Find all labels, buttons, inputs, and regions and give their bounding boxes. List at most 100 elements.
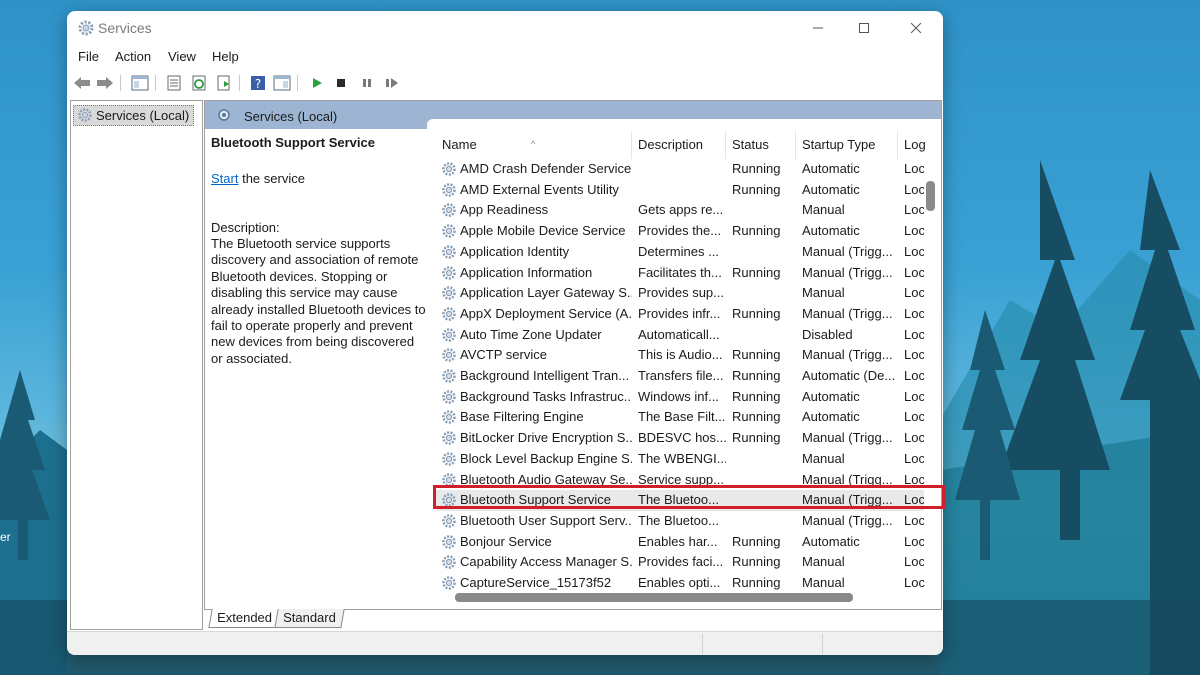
table-row[interactable]: App Readiness Gets apps re... Manual Loc [436,200,925,221]
back-button[interactable] [72,73,92,93]
table-row[interactable]: AppX Deployment Service (A... Provides in… [436,304,925,325]
service-name: AMD Crash Defender Service [460,161,632,176]
tab-label: Standard [283,610,336,625]
service-description: Gets apps re... [638,202,724,218]
start-service-button[interactable] [307,73,327,93]
service-name: AVCTP service [460,347,547,363]
table-row[interactable]: Background Tasks Infrastruc... Windows in… [436,387,925,408]
service-status: Running [732,181,781,197]
table-row[interactable]: Application Layer Gateway S... Provides s… [436,283,925,304]
service-name: App Readiness [460,202,549,218]
column-header-name[interactable]: Name ^ [436,131,632,159]
service-name: Block Level Backup Engine S... [460,450,632,466]
service-log-on-as: Loc [904,285,925,301]
selected-service-title: Bluetooth Support Service [211,135,375,150]
desktop-icon-label[interactable]: er [0,530,11,544]
service-gear-icon [441,244,457,260]
close-button[interactable] [893,11,939,45]
column-header-startup-type[interactable]: Startup Type [796,131,898,159]
tab-standard[interactable]: Standard [274,609,345,628]
service-status [732,325,798,346]
forward-button[interactable] [95,73,115,93]
start-service-link[interactable]: Start [211,171,238,186]
table-row[interactable]: Capability Access Manager S... Provides f… [436,552,925,573]
table-row[interactable]: Bluetooth User Support Serv... The Blueto… [436,511,925,532]
service-log-on-as: Loc [904,430,925,446]
services-gear-icon [78,108,92,122]
service-gear-icon [441,451,457,467]
table-row[interactable]: Bonjour Service Enables har... Running Auto… [436,532,925,553]
vertical-scrollbar-thumb[interactable] [926,181,935,211]
refresh-icon [192,75,206,91]
menu-view[interactable]: View [168,49,196,64]
toolbar: ? [67,71,943,97]
service-action-suffix: the service [238,171,305,186]
toolbar-separator [297,75,298,91]
description-text: The Bluetooth service supports discovery… [211,236,426,366]
tab-label: Extended [217,610,273,625]
status-bar-divider [822,634,823,654]
service-name: Auto Time Zone Updater [460,326,602,342]
column-header-status[interactable]: Status [726,131,796,159]
menu-file[interactable]: File [78,49,99,64]
help-icon: ? [251,76,265,91]
table-row[interactable]: AVCTP service This is Audio... Running Manu… [436,345,925,366]
service-startup-type: Manual (Trigg... [802,264,893,280]
table-row[interactable]: Application Information Facilitates th...… [436,263,925,284]
service-log-on-as: Loc [904,388,925,404]
menu-action[interactable]: Action [115,49,151,64]
maximize-icon [859,23,869,33]
column-header-log-on-as[interactable]: Log [898,131,941,159]
minimize-button[interactable] [795,11,841,45]
tree-item-services-local[interactable]: Services (Local) [73,105,195,126]
menu-help[interactable]: Help [212,49,239,64]
export-list-button[interactable] [214,73,234,93]
close-icon [910,22,922,34]
service-startup-type: Manual [802,554,845,570]
service-status [732,511,798,532]
restart-service-button[interactable] [382,73,402,93]
tab-extended[interactable]: Extended [208,609,281,628]
header-tab-shape [427,119,941,131]
show-hide-console-tree-button[interactable] [130,73,150,93]
action-pane-icon [273,75,291,91]
service-description: Facilitates th... [638,264,722,280]
pause-icon [363,79,371,87]
service-name: Application Layer Gateway S... [460,285,632,301]
horizontal-scrollbar-thumb[interactable] [455,593,853,602]
table-row[interactable]: Apple Mobile Device Service Provides the.… [436,221,925,242]
table-row[interactable]: Auto Time Zone Updater Automaticall... Dis… [436,325,925,346]
column-header-description[interactable]: Description [632,131,726,159]
stop-service-button[interactable] [331,73,351,93]
toolbar-separator [120,75,121,91]
table-row[interactable]: AMD Crash Defender Service Running Automat… [436,159,925,180]
service-description-pane: Bluetooth Support Service Start the serv… [211,135,431,605]
table-row[interactable]: Base Filtering Engine The Base Filt... Run… [436,407,925,428]
maximize-button[interactable] [841,11,887,45]
help-button[interactable]: ? [248,73,268,93]
console-tree-icon [131,75,149,91]
table-row[interactable]: AMD External Events Utility Running Automa… [436,180,925,201]
service-gear-icon [441,265,457,281]
table-row[interactable]: Application Identity Determines ... Manual… [436,242,925,263]
refresh-button[interactable] [189,73,209,93]
table-row[interactable]: Background Intelligent Tran... Transfers … [436,366,925,387]
horizontal-scrollbar[interactable] [436,587,941,605]
service-description: The Bluetoo... [638,512,719,528]
service-name: Background Tasks Infrastruc... [460,388,632,404]
properties-button[interactable] [164,73,184,93]
pause-service-button[interactable] [357,73,377,93]
service-description: Provides infr... [638,305,721,321]
title-bar[interactable]: Services [67,11,943,45]
service-description: Enables har... [638,533,718,549]
service-description: Transfers file... [638,368,724,383]
vertical-scrollbar[interactable] [924,159,941,585]
service-name: Bonjour Service [460,533,552,549]
table-row[interactable]: BitLocker Drive Encryption S... BDESVC ho… [436,428,925,449]
service-gear-icon [441,202,457,218]
service-gear-icon [441,285,457,301]
service-name: Application Information [460,264,593,280]
table-row[interactable]: Block Level Backup Engine S... The WBENGI… [436,449,925,470]
play-icon [313,78,322,88]
show-hide-action-pane-button[interactable] [272,73,292,93]
